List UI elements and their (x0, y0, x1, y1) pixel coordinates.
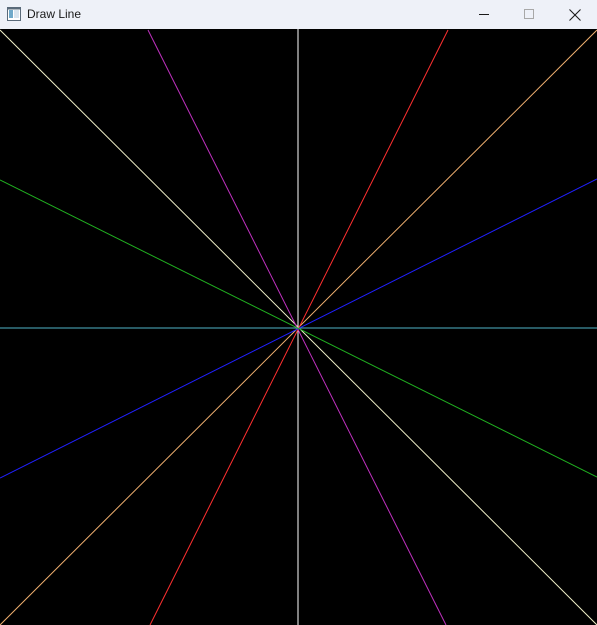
maximize-button[interactable] (507, 0, 552, 29)
close-icon (568, 8, 581, 21)
title-bar[interactable]: Draw Line (0, 0, 597, 29)
close-button[interactable] (552, 0, 597, 29)
minimize-icon (479, 9, 490, 20)
minimize-button[interactable] (462, 0, 507, 29)
maximize-icon (524, 9, 535, 20)
app-window: Draw Line (0, 0, 597, 625)
window-title: Draw Line (27, 7, 82, 21)
app-window-icon (7, 7, 21, 21)
line-drawing (0, 29, 597, 625)
drawing-canvas[interactable] (0, 29, 597, 625)
